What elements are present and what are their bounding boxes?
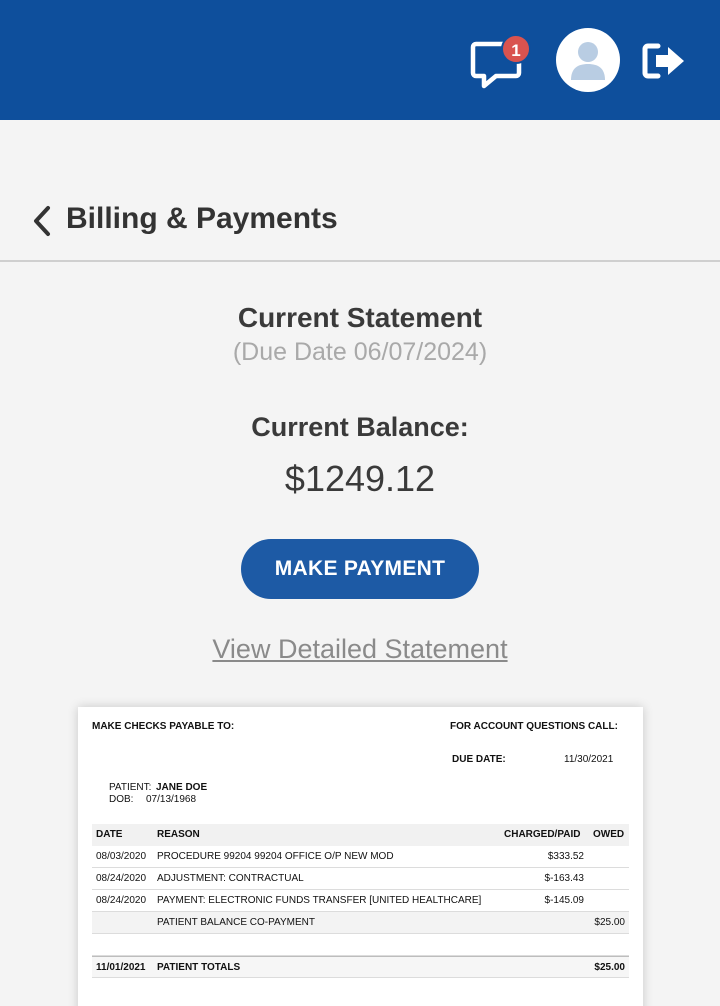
- row-charged: $-145.09: [544, 895, 584, 906]
- table-row: 08/24/2020 ADJUSTMENT: CONTRACTUAL $-163…: [92, 868, 629, 890]
- dob-label: DOB:: [109, 794, 134, 805]
- row-date: 08/24/2020: [96, 873, 147, 884]
- row-reason: ADJUSTMENT: CONTRACTUAL: [157, 873, 304, 884]
- statement-table: DATE REASON CHARGED/PAID OWED 08/03/2020…: [92, 824, 629, 978]
- table-spacer-row: [92, 934, 629, 956]
- row-date: 08/03/2020: [96, 851, 147, 862]
- table-row: 08/24/2020 PAYMENT: ELECTRONIC FUNDS TRA…: [92, 890, 629, 912]
- page-header: Billing & Payments: [0, 180, 720, 262]
- col-date: DATE: [96, 829, 123, 840]
- statement-preview[interactable]: MAKE CHECKS PAYABLE TO: FOR ACCOUNT QUES…: [78, 707, 643, 1006]
- user-avatar[interactable]: [556, 28, 620, 92]
- balance-value: $1249.12: [284, 458, 436, 499]
- balance-label: Current Balance:: [251, 412, 469, 442]
- table-totals-row: 11/01/2021 PATIENT TOTALS $25.00: [92, 956, 629, 978]
- due-date-value: 11/30/2021: [564, 754, 614, 765]
- chevron-left-icon[interactable]: [28, 202, 56, 240]
- patient-label: PATIENT:: [109, 782, 152, 793]
- totals-owed: $25.00: [594, 962, 625, 973]
- col-charged: CHARGED/PAID: [504, 829, 581, 840]
- row-reason: PROCEDURE 99204 99204 OFFICE O/P NEW MOD: [157, 851, 394, 862]
- row-reason: PATIENT BALANCE CO-PAYMENT: [157, 917, 315, 928]
- make-checks-label: MAKE CHECKS PAYABLE TO:: [92, 721, 235, 732]
- statement-due-date: (Due Date 06/07/2024): [232, 338, 488, 366]
- statement-title: Current Statement: [237, 302, 483, 333]
- row-owed: $25.00: [594, 917, 625, 928]
- user-icon: [571, 42, 605, 80]
- table-row: PATIENT BALANCE CO-PAYMENT $25.00: [92, 912, 629, 934]
- row-date: 08/24/2020: [96, 895, 147, 906]
- due-date-label: DUE DATE:: [452, 754, 506, 765]
- logout-button[interactable]: [640, 40, 688, 82]
- patient-value: JANE DOE: [156, 782, 208, 793]
- view-detailed-statement-link[interactable]: View Detailed Statement: [0, 634, 720, 665]
- top-nav-bar: 1: [0, 0, 720, 120]
- make-payment-button[interactable]: MAKE PAYMENT: [241, 539, 479, 599]
- sign-out-icon: [642, 43, 684, 79]
- col-reason: REASON: [157, 829, 200, 840]
- row-reason: PAYMENT: ELECTRONIC FUNDS TRANSFER [UNIT…: [157, 895, 482, 906]
- totals-label: PATIENT TOTALS: [157, 962, 241, 973]
- row-charged: $333.52: [547, 851, 584, 862]
- dob-value: 07/13/1968: [146, 794, 197, 805]
- row-charged: $-163.43: [544, 873, 584, 884]
- page-title: Billing & Payments: [66, 202, 338, 235]
- message-count-badge: 1: [501, 34, 531, 64]
- account-questions-label: FOR ACCOUNT QUESTIONS CALL:: [450, 721, 618, 732]
- col-owed: OWED: [593, 829, 625, 840]
- table-header: DATE REASON CHARGED/PAID OWED: [92, 824, 629, 846]
- totals-date: 11/01/2021: [96, 962, 146, 973]
- table-row: 08/03/2020 PROCEDURE 99204 99204 OFFICE …: [92, 846, 629, 868]
